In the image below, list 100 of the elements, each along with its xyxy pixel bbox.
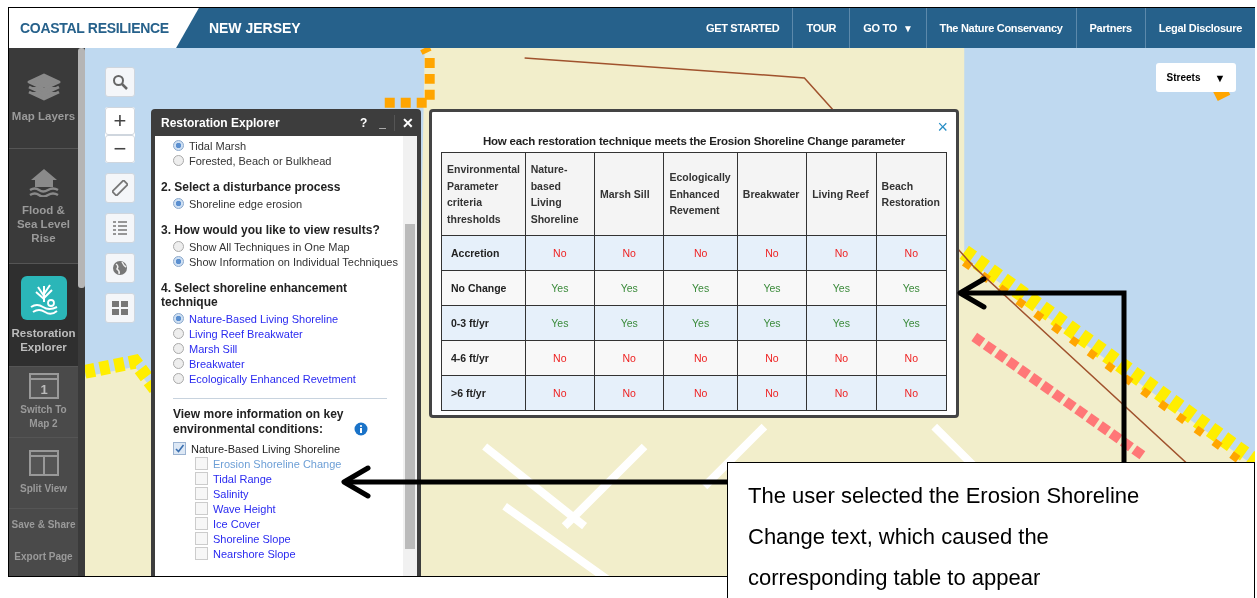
radio-button[interactable] [173,313,184,324]
checkbox-label[interactable]: Nature-Based Living Shoreline [191,442,341,455]
column-header: Breakwater [737,152,807,236]
info-icon[interactable] [354,422,368,436]
option-link[interactable]: Breakwater [189,357,245,370]
checkbox[interactable] [195,457,208,470]
annotation-text: The user selected the Erosion Shoreline Change text, which caused the corresponding table to appear [727,462,1255,598]
checkbox[interactable] [195,517,208,530]
table-cell: Yes [663,305,738,341]
table-cell: No [737,375,807,411]
help-button[interactable]: ? [353,115,374,130]
table-cell: No [737,340,807,376]
scrollbar[interactable] [403,136,417,576]
restoration-icon [20,276,67,320]
checkbox[interactable] [195,487,208,500]
sidebar-item[interactable]: Map Layers [9,48,78,149]
table-cell: No [594,235,664,271]
split-view-icon [28,450,59,476]
condition-link[interactable]: Nearshore Slope [213,547,296,560]
scrollbar[interactable] [78,48,85,288]
radio-button[interactable] [173,155,184,166]
condition-link[interactable]: Tidal Range [213,472,272,485]
radio-button[interactable] [173,328,184,339]
panel-title: Restoration Explorer [161,115,281,130]
column-header: Environmental Parameter criteria thresholds [441,152,526,236]
condition-link[interactable]: Salinity [213,487,249,500]
table-cell: Yes [594,305,664,341]
row-header: 4-6 ft/yr [441,340,526,376]
table-cell: No [876,375,947,411]
search-button[interactable] [105,67,135,97]
nav-link[interactable]: GET STARTED [692,8,793,48]
table-cell: No [525,375,595,411]
radio-button[interactable] [173,198,184,209]
sidebar-item[interactable]: Restoration Explorer [9,264,78,367]
table-cell: Yes [806,305,877,341]
option-link[interactable]: Living Reef Breakwater [189,327,303,340]
checkbox[interactable] [195,547,208,560]
radio-button[interactable] [173,343,184,354]
checkbox[interactable] [195,502,208,515]
globe-button[interactable] [105,253,135,283]
table-cell: Yes [525,270,595,306]
globe-icon [112,260,128,276]
radio-button[interactable] [173,140,184,151]
table-cell: No [876,235,947,271]
condition-link[interactable]: Shoreline Slope [213,532,291,545]
basemap-dropdown[interactable]: Streets ▼ [1156,63,1236,92]
section-heading: 4. Select shoreline enhancement technique [161,281,349,309]
legend-button[interactable] [105,213,135,243]
row-header: No Change [441,270,526,306]
radio-button[interactable] [173,373,184,384]
table-cell: Yes [663,270,738,306]
row-header: Accretion [441,235,526,271]
option-link[interactable]: Marsh Sill [189,342,238,355]
table-title: How each restoration technique meets the Erosion Shoreline Change parameter [481,135,907,147]
zoom-in-button[interactable]: + [105,107,135,135]
table-cell: Yes [737,305,807,341]
option-label[interactable]: Show Information on Individual Techniques [189,255,398,268]
ruler-button[interactable] [105,173,135,203]
option-link[interactable]: Ecologically Enhanced Revetment [189,372,356,385]
search-icon [112,74,128,90]
layers-icon [26,73,61,103]
brand-title[interactable]: COASTAL RESILIENCE [9,8,199,48]
checkbox[interactable] [195,532,208,545]
option-label[interactable]: Tidal Marsh [189,139,247,152]
radio-button[interactable] [173,256,184,267]
sidebar-item[interactable]: Flood & Sea Level Rise [9,149,78,264]
table-cell: No [594,375,664,411]
option-label[interactable]: Forested, Beach or Bulkhead [189,154,332,167]
column-header: Nature-based Living Shoreline [525,152,595,236]
table-cell: No [663,235,738,271]
checkbox[interactable] [195,472,208,485]
option-link[interactable]: Nature-Based Living Shoreline [189,312,339,325]
column-header: Ecologically Enhanced Revement [663,152,738,236]
radio-button[interactable] [173,358,184,369]
column-header: Marsh Sill [594,152,664,236]
table-cell: No [663,375,738,411]
close-button[interactable]: × [937,118,948,136]
table-cell: No [806,375,877,411]
section-heading: 3. How would you like to view results? [161,223,381,237]
grid-button[interactable] [105,293,135,323]
column-header: Living Reef [806,152,877,236]
minimize-button[interactable]: _ [373,115,392,130]
section-heading: 2. Select a disturbance process [161,180,342,194]
table-cell: No [876,340,947,376]
zoom-out-button[interactable]: − [105,135,135,163]
radio-button[interactable] [173,241,184,252]
column-header: Beach Restoration [876,152,947,236]
table-cell: Yes [876,305,947,341]
region-title: NEW JERSEY [208,20,301,36]
option-label[interactable]: Show All Techniques in One Map [189,240,350,253]
checkbox[interactable] [173,442,186,455]
condition-link[interactable]: Ice Cover [213,517,261,530]
close-button[interactable]: ✕ [394,114,421,131]
info-heading: View more information on key environmental conditions: [173,407,345,437]
table-cell: No [525,340,595,376]
condition-link[interactable]: Wave Height [213,502,276,515]
row-header: >6 ft/yr [441,375,526,411]
option-label[interactable]: Shoreline edge erosion [189,197,303,210]
table-cell: Yes [737,270,807,306]
table-cell: No [737,235,807,271]
